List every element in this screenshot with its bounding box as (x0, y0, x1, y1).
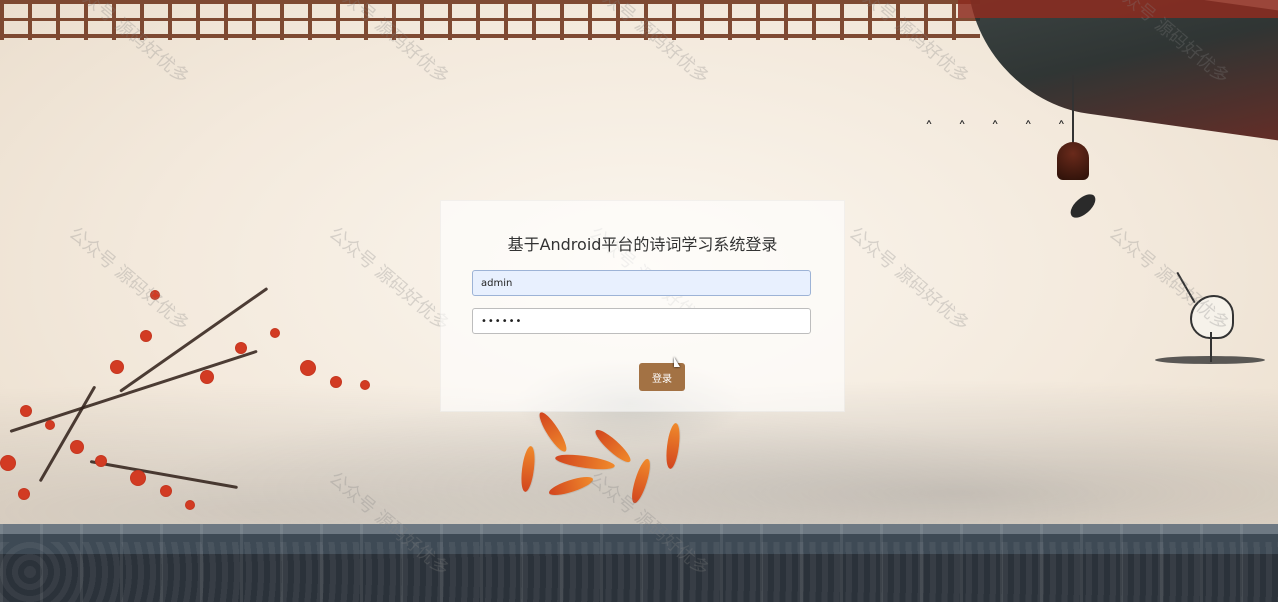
cursor-icon (674, 357, 680, 367)
password-value: •••••• (481, 315, 523, 327)
crane-icon (1155, 270, 1265, 364)
password-input[interactable]: •••••• (472, 308, 811, 334)
username-input[interactable]: admin (472, 270, 811, 296)
watermark-text: 公众号 源码好优多 (844, 222, 974, 336)
roof-eave-trim (958, 0, 1278, 18)
fish-charm-icon (1066, 190, 1100, 222)
login-button[interactable]: 登录 (639, 363, 685, 391)
lattice-window-decoration (0, 0, 980, 40)
plum-blossom-branch (0, 250, 420, 530)
birds-icon: ˄ ˄ ˄ ˄ ˄ (925, 118, 1076, 137)
login-title: 基于Android平台的诗词学习系统登录 (507, 235, 778, 254)
username-value: admin (481, 277, 513, 289)
bell-icon (1057, 142, 1089, 180)
login-panel: 基于Android平台的诗词学习系统登录 admin •••••• 登录 (440, 200, 845, 412)
roof-tiles (0, 524, 1278, 602)
